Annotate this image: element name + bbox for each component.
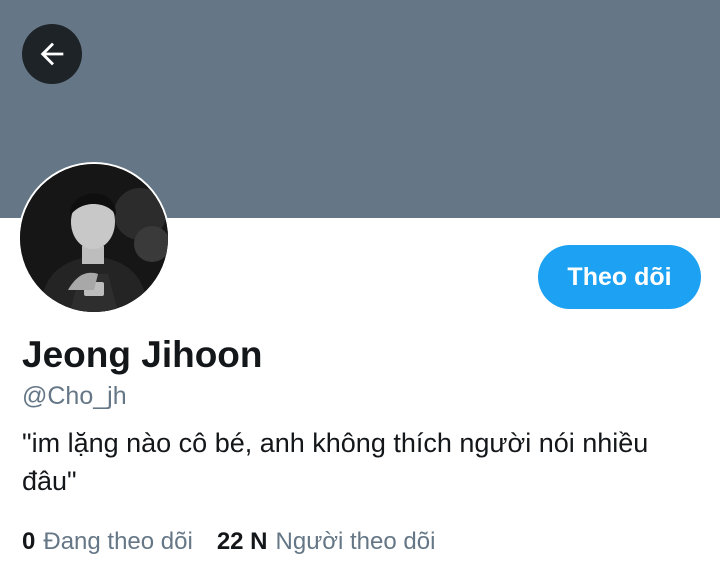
profile-stats: 0 Đang theo dõi 22 N Người theo dõi	[22, 528, 435, 558]
follow-button[interactable]: Theo dõi	[538, 245, 701, 309]
profile-photo	[20, 164, 168, 312]
following-stat[interactable]: 0 Đang theo dõi	[22, 528, 193, 556]
profile-bio: "im lặng nào cô bé, anh không thích ngườ…	[22, 428, 649, 496]
arrow-left-icon	[40, 42, 64, 66]
following-count: 0	[22, 528, 36, 555]
following-label: Đang theo dõi	[43, 528, 193, 555]
display-name: Jeong Jihoon	[22, 334, 263, 375]
followers-stat[interactable]: 22 N Người theo dõi	[217, 528, 436, 556]
user-handle: @Cho_jh	[22, 382, 127, 410]
followers-count: 22 N	[216, 528, 268, 555]
followers-label: Người theo dõi	[275, 528, 436, 555]
back-button[interactable]	[22, 24, 82, 84]
avatar[interactable]	[18, 162, 170, 314]
